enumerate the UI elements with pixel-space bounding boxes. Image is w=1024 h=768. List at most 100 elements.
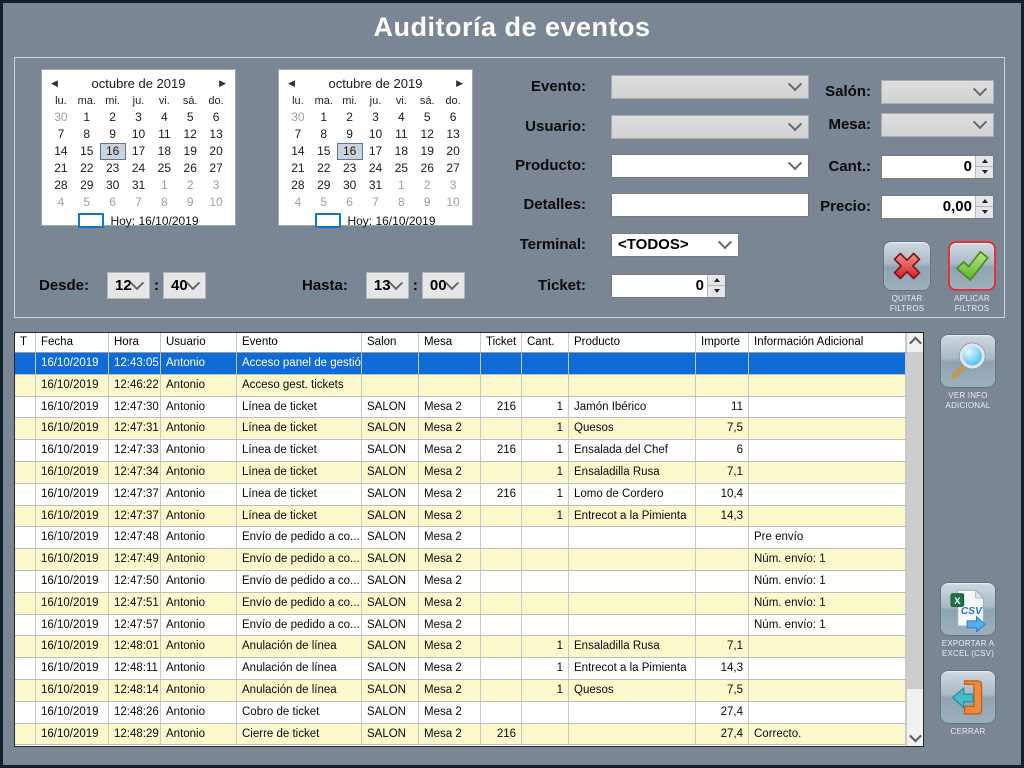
calendar-day[interactable]: 7 — [126, 194, 152, 211]
hasta-hour-dropdown[interactable]: 13 — [365, 272, 409, 299]
calendar-day[interactable]: 23 — [100, 160, 126, 177]
spin-up-icon[interactable] — [976, 155, 993, 166]
calendar-day[interactable]: 7 — [48, 126, 74, 143]
calendar-day[interactable]: 1 — [151, 177, 177, 194]
calendar-day[interactable]: 13 — [203, 126, 229, 143]
scroll-up-icon[interactable] — [907, 333, 923, 350]
calendar-day[interactable]: 30 — [285, 109, 311, 126]
calendar-month-label[interactable]: octubre de 2019 — [329, 76, 423, 91]
calendar-day[interactable]: 24 — [126, 160, 152, 177]
calendar-day[interactable]: 29 — [311, 177, 337, 194]
scrollbar-thumb[interactable] — [907, 352, 923, 689]
vertical-scrollbar[interactable] — [906, 333, 923, 746]
table-row[interactable]: 16/10/2019 12:48:01 Antonio Anulación de lí… — [15, 636, 906, 659]
column-header-usuario[interactable]: Usuario — [161, 333, 237, 352]
calendar-day[interactable]: 14 — [285, 143, 311, 160]
calendar-day-today[interactable]: 16 — [336, 143, 363, 160]
calendar-prev-icon[interactable]: ◀ — [285, 78, 298, 89]
desde-minute-dropdown[interactable]: 40 — [163, 272, 207, 299]
calendar-day[interactable]: 3 — [363, 109, 389, 126]
table-row[interactable]: 16/10/2019 12:47:37 Antonio Línea de ticket… — [15, 505, 906, 528]
column-header-ticket[interactable]: Ticket — [481, 333, 522, 352]
calendar-day[interactable]: 4 — [285, 194, 311, 211]
calendar-day[interactable]: 17 — [126, 143, 152, 160]
calendar-day[interactable]: 2 — [177, 177, 203, 194]
calendar-day[interactable]: 8 — [151, 194, 177, 211]
calendar-day[interactable]: 30 — [337, 177, 363, 194]
calendar-day[interactable]: 28 — [285, 177, 311, 194]
calendar-day[interactable]: 15 — [74, 143, 100, 160]
table-row[interactable]: 16/10/2019 12:47:30 Antonio Línea de ticket… — [15, 396, 906, 419]
calendar-day[interactable]: 6 — [337, 194, 363, 211]
calendar-day[interactable]: 1 — [311, 109, 337, 126]
spin-down-icon[interactable] — [708, 285, 725, 297]
calendar-day[interactable]: 21 — [48, 160, 74, 177]
calendar-day[interactable]: 8 — [311, 126, 337, 143]
calendar-day[interactable]: 9 — [337, 126, 363, 143]
calendar-day[interactable]: 10 — [203, 194, 229, 211]
exportar-excel-csv-button[interactable]: X CSV — [940, 582, 996, 636]
calendar-day[interactable]: 17 — [363, 143, 389, 160]
calendar-prev-icon[interactable]: ◀ — [48, 78, 61, 89]
calendar-day[interactable]: 3 — [203, 177, 229, 194]
column-header-mesa[interactable]: Mesa — [419, 333, 481, 352]
calendar-day[interactable]: 12 — [177, 126, 203, 143]
column-header-informaci-n-adicional[interactable]: Información Adicional — [749, 333, 906, 352]
table-row-selected[interactable]: 16/10/2019 12:43:05 Antonio Acceso panel de… — [15, 353, 906, 375]
calendar-day[interactable]: 22 — [311, 160, 337, 177]
calendar-day[interactable]: 11 — [151, 126, 177, 143]
calendar-day[interactable]: 26 — [177, 160, 203, 177]
table-row[interactable]: 16/10/2019 12:46:22 Antonio Acceso gest. ti… — [15, 374, 906, 397]
mesa-dropdown[interactable] — [881, 112, 994, 137]
column-header-fecha[interactable]: Fecha — [36, 333, 109, 352]
calendar-day[interactable]: 4 — [48, 194, 74, 211]
calendar-day[interactable]: 30 — [100, 177, 126, 194]
aplicar-filtros-button[interactable] — [948, 241, 996, 291]
table-row[interactable]: 16/10/2019 12:47:49 Antonio Envío de pedido… — [15, 549, 906, 571]
calendar-day[interactable]: 1 — [74, 109, 100, 126]
calendar-day[interactable]: 21 — [285, 160, 311, 177]
calendar-day[interactable]: 4 — [151, 109, 177, 126]
ticket-spinner[interactable]: 0 — [611, 273, 726, 298]
column-header-producto[interactable]: Producto — [569, 333, 696, 352]
calendar-day-today[interactable]: 16 — [99, 143, 126, 160]
table-row[interactable]: 16/10/2019 12:48:11 Antonio Anulación de lí… — [15, 658, 906, 680]
calendar-day[interactable]: 20 — [203, 143, 229, 160]
calendar-day[interactable]: 10 — [126, 126, 152, 143]
calendar-day[interactable]: 31 — [363, 177, 389, 194]
cant-spinner[interactable]: 0 — [881, 154, 994, 179]
calendar-month-label[interactable]: octubre de 2019 — [92, 76, 186, 91]
spin-down-icon[interactable] — [976, 206, 993, 218]
calendar-day[interactable]: 5 — [74, 194, 100, 211]
calendar-day[interactable]: 8 — [74, 126, 100, 143]
table-row[interactable]: 16/10/2019 12:48:26 Antonio Cobro de ticket… — [15, 701, 906, 724]
calendar-day[interactable]: 24 — [363, 160, 389, 177]
calendar-day[interactable]: 5 — [311, 194, 337, 211]
desde-hour-dropdown[interactable]: 12 — [107, 272, 151, 299]
calendar-day[interactable]: 14 — [48, 143, 74, 160]
terminal-dropdown[interactable]: <TODOS> — [611, 232, 739, 257]
table-row[interactable]: 16/10/2019 12:47:50 Antonio Envío de pedido… — [15, 570, 906, 593]
calendar-day[interactable]: 9 — [177, 194, 203, 211]
calendar-day[interactable]: 19 — [177, 143, 203, 160]
spin-up-icon[interactable] — [708, 274, 725, 285]
column-header-t[interactable]: T — [15, 333, 36, 352]
table-row[interactable]: 16/10/2019 12:48:29 Antonio Cierre de ticke… — [15, 723, 906, 745]
calendar-day[interactable]: 22 — [74, 160, 100, 177]
scroll-down-icon[interactable] — [907, 729, 923, 746]
column-header-salon[interactable]: Salon — [362, 333, 419, 352]
column-header-evento[interactable]: Evento — [237, 333, 362, 352]
table-row[interactable]: 16/10/2019 12:47:57 Antonio Envío de pedido… — [15, 614, 906, 637]
calendar-day[interactable]: 25 — [151, 160, 177, 177]
calendar-day[interactable]: 6 — [100, 194, 126, 211]
quitar-filtros-button[interactable] — [883, 241, 931, 291]
ver-info-adicional-button[interactable] — [940, 334, 996, 388]
salon-dropdown[interactable] — [881, 79, 994, 104]
calendar-day[interactable]: 15 — [311, 143, 337, 160]
spin-up-icon[interactable] — [976, 195, 993, 206]
calendar-day[interactable]: 2 — [337, 109, 363, 126]
calendar-next-icon[interactable]: ▶ — [216, 78, 229, 89]
column-header-cant[interactable]: Cant. — [522, 333, 569, 352]
table-row[interactable]: 16/10/2019 12:47:37 Antonio Línea de ticket… — [15, 483, 906, 506]
calendar-day[interactable]: 29 — [74, 177, 100, 194]
